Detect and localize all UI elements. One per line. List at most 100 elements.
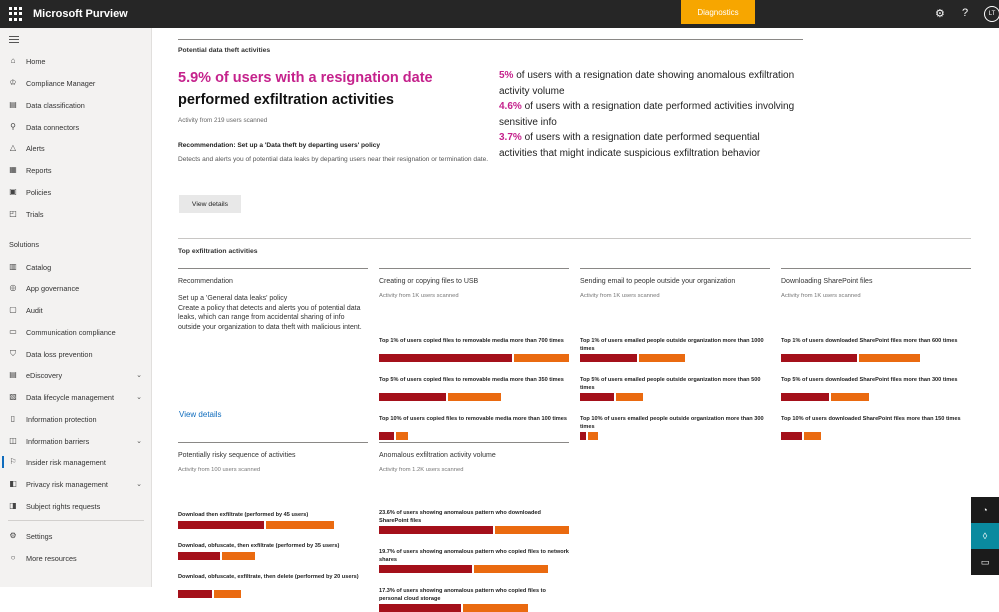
anomalous-card: Anomalous exfiltration activity volume A… [379, 442, 569, 612]
app-icon: ◎ [9, 283, 17, 292]
metric-bar [178, 590, 368, 598]
sidebar-item-policies[interactable]: ▣ Policies [0, 183, 152, 201]
metric-bar-value [781, 393, 829, 401]
metric-label: Download then exfiltrate (performed by 4… [178, 512, 309, 518]
metric-label: Top 1% of users copied files to removabl… [379, 338, 564, 344]
guide-icon[interactable]: ◊ [971, 523, 999, 549]
top-section-title: Top exfiltration activities [178, 248, 258, 255]
metric-label: 19.7% of users showing anomalous pattern… [379, 549, 569, 563]
card-subtitle: Activity from 1K users scanned [580, 293, 660, 299]
metric-bar-remainder [222, 552, 255, 560]
metric-bar-value [781, 354, 857, 362]
metric-bar-value [379, 432, 394, 440]
sidebar-item-subject-rights-requests[interactable]: ◨ Subject rights requests [0, 497, 152, 515]
sidebar-item-data-classification[interactable]: ▤ Data classification [0, 96, 152, 114]
recommendation-description: Detects and alerts you of potential data… [178, 156, 489, 163]
sidebar-item-app-governance[interactable]: ◎ App governance [0, 279, 152, 297]
metric-label: Top 1% of users emailed people outside o… [580, 338, 764, 352]
sidebar-item-compliance-manager[interactable]: ♔ Compliance Manager [0, 74, 152, 92]
lifecycle-icon: ▧ [9, 392, 17, 401]
sidebar-item-home[interactable]: ⌂ Home [0, 52, 152, 70]
metric-bar-value [580, 354, 637, 362]
metric-bar-value [178, 552, 220, 560]
assistant-icon[interactable]: ◔ [971, 497, 999, 523]
view-details-button[interactable]: View details [179, 195, 241, 213]
sidebar-item-settings[interactable]: ⚙ Settings [0, 527, 152, 545]
sidebar-item-communication-compliance[interactable]: ▭ Communication compliance [0, 323, 152, 341]
sharepoint-card: Downloading SharePoint files Activity fr… [781, 268, 971, 440]
sidebar-item-data-loss-prevention[interactable]: ⛉ Data loss prevention [0, 345, 152, 363]
help-icon[interactable]: ? [962, 7, 968, 19]
metric-bar [781, 432, 971, 440]
sidebar-item-information-protection[interactable]: ▯ Information protection [0, 410, 152, 428]
metric-bar-remainder [588, 432, 598, 440]
sidebar-item-information-barriers[interactable]: ◫ Information barriers ⌄ [0, 432, 152, 450]
usb-card: Creating or copying files to USB Activit… [379, 268, 569, 440]
theft-section-title: Potential data theft activities [178, 47, 271, 54]
sidebar-item-ediscovery[interactable]: ▤ eDiscovery ⌄ [0, 366, 152, 384]
solutions-heading: Solutions [9, 240, 40, 249]
headline-percentage: 5.9% of users with a resignation date [178, 70, 433, 86]
chart-icon: ▦ [9, 165, 17, 174]
feedback-icon[interactable]: ▭ [971, 549, 999, 575]
sequence-card: Potentially risky sequence of activities… [178, 442, 368, 598]
chevron-down-icon[interactable]: ⌄ [136, 371, 142, 379]
card-subtitle: Activity from 1K users scanned [781, 293, 861, 299]
card-title: Sending email to people outside your org… [580, 278, 736, 285]
metric-label: Top 10% of users emailed people outside … [580, 416, 764, 430]
metric-label: 23.6% of users showing anomalous pattern… [379, 510, 541, 524]
diagnostics-button[interactable]: Diagnostics [681, 0, 755, 24]
gear-icon[interactable]: ⚙ [935, 7, 945, 20]
metric-bar [379, 354, 569, 362]
view-details-link[interactable]: View details [179, 410, 222, 419]
stat-item: 5% of users with a resignation date show… [499, 70, 795, 97]
app-launcher-icon[interactable] [9, 7, 23, 21]
metric-bar-remainder [639, 354, 685, 362]
metric-bar-value [379, 526, 493, 534]
metric-bar-remainder [474, 565, 548, 573]
sidebar-item-data-lifecycle-management[interactable]: ▧ Data lifecycle management ⌄ [0, 388, 152, 406]
metric-bar-remainder [495, 526, 569, 534]
sidebar-item-reports[interactable]: ▦ Reports [0, 161, 152, 179]
sidebar-item-alerts[interactable]: △ Alerts [0, 139, 152, 157]
metric-bar-remainder [514, 354, 569, 362]
metric-bar [379, 565, 569, 573]
catalog-icon: ▥ [9, 262, 17, 271]
menu-icon[interactable] [9, 36, 19, 45]
sidebar-item-insider-risk-management[interactable]: ⚐ Insider risk management [0, 453, 152, 471]
discovery-icon: ▤ [9, 370, 17, 379]
metric-label: Top 10% of users copied files to removab… [379, 416, 567, 422]
home-icon: ⌂ [10, 56, 16, 65]
chevron-down-icon[interactable]: ⌄ [136, 480, 142, 488]
sidebar-item-trials[interactable]: ◰ Trials [0, 205, 152, 223]
recommendation-title: Recommendation: Set up a 'Data theft by … [178, 142, 381, 149]
metric-label: Download, obfuscate, exfiltrate, then de… [178, 574, 359, 580]
sidebar-item-privacy-risk-management[interactable]: ◧ Privacy risk management ⌄ [0, 475, 152, 493]
metric-bar-value [580, 393, 614, 401]
chevron-down-icon[interactable]: ⌄ [136, 437, 142, 445]
card-subtitle: Activity from 1K users scanned [379, 293, 459, 299]
section-divider [178, 238, 971, 239]
stat-item: 4.6% of users with a resignation date pe… [499, 101, 795, 128]
gear-icon: ⚙ [9, 531, 17, 540]
email-card: Sending email to people outside your org… [580, 268, 770, 440]
sidebar-item-data-connectors[interactable]: ⚲ Data connectors [0, 118, 152, 136]
activity-note: Activity from 219 users scanned [178, 117, 268, 124]
chevron-down-icon[interactable]: ⌄ [136, 393, 142, 401]
card-title: Potentially risky sequence of activities [178, 452, 296, 459]
metric-label: Top 5% of users copied files to removabl… [379, 377, 564, 383]
metric-bar [781, 354, 971, 362]
sidebar-item-audit[interactable]: ▢ Audit [0, 301, 152, 319]
sidebar-item-catalog[interactable]: ▥ Catalog [0, 258, 152, 276]
metric-bar [379, 604, 569, 612]
avatar[interactable]: LT [984, 6, 999, 22]
sidebar-item-more-resources[interactable]: ○ More resources [0, 549, 152, 567]
stat-item: 3.7% of users with a resignation date pe… [499, 132, 761, 159]
top-bar: Microsoft Purview Diagnostics ⚙ ? LT [0, 0, 999, 28]
metric-label: Top 1% of users downloaded SharePoint fi… [781, 338, 958, 344]
stats-list: 5% of users with a resignation date show… [499, 68, 799, 161]
app-title[interactable]: Microsoft Purview [33, 8, 128, 20]
connector-icon: ⚲ [10, 122, 16, 131]
policy-icon: ▣ [9, 187, 17, 196]
metric-bar-value [379, 393, 446, 401]
